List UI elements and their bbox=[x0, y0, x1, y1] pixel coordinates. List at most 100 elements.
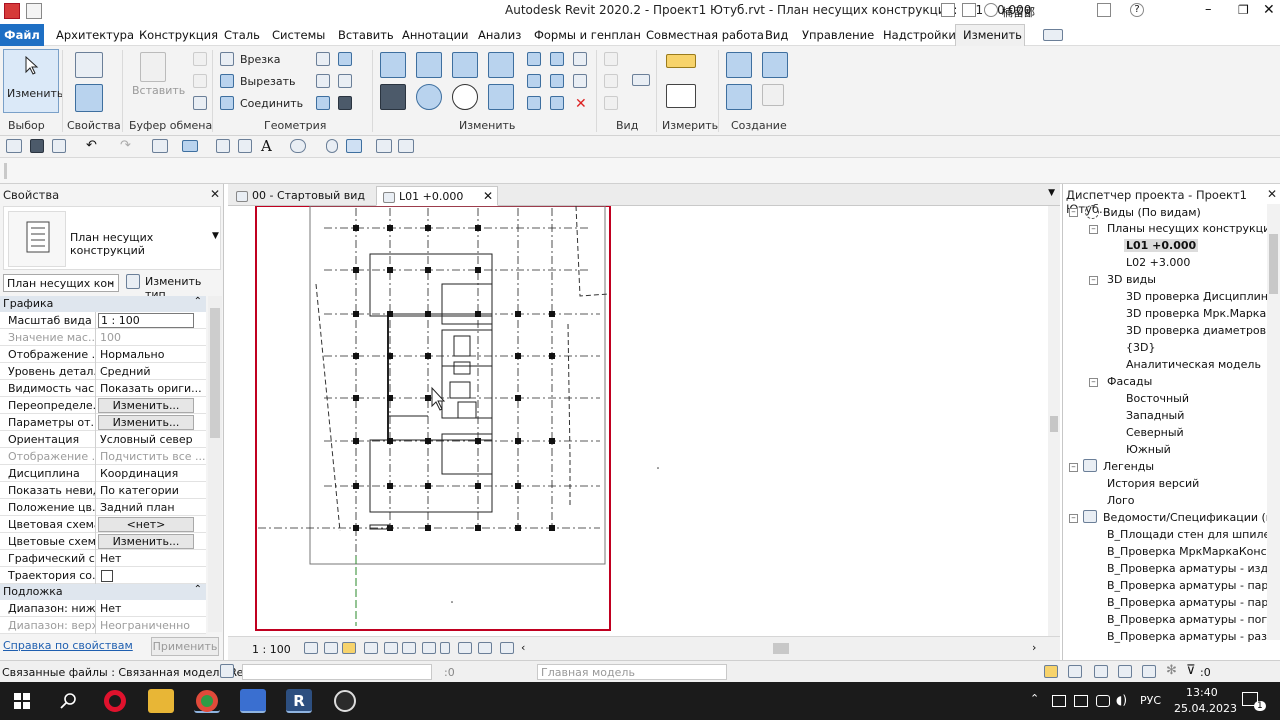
close-button[interactable]: ✕ bbox=[1263, 2, 1275, 18]
unpin-icon[interactable] bbox=[573, 74, 587, 88]
search-icon[interactable] bbox=[60, 692, 78, 710]
prop-row[interactable]: Параметры от... Изменить... bbox=[0, 414, 206, 431]
prop-row[interactable]: Ориентация Условный север bbox=[0, 431, 206, 448]
color-schemes-edit-button[interactable]: Изменить... bbox=[98, 534, 194, 549]
tray-volume-icon[interactable]: ◖) bbox=[1116, 693, 1127, 707]
tree-elevation[interactable]: Южный bbox=[1126, 443, 1171, 456]
prop-row[interactable]: Цветовая схема <нет> bbox=[0, 516, 206, 533]
temp-hide-icon[interactable] bbox=[422, 642, 436, 654]
cut-clip-icon[interactable] bbox=[193, 52, 207, 66]
user-icon[interactable] bbox=[984, 3, 998, 17]
mirror-axis-icon[interactable] bbox=[452, 52, 478, 78]
paste-icon[interactable] bbox=[140, 52, 166, 82]
tray-chevron-icon[interactable]: ⌃ bbox=[1030, 692, 1039, 705]
group-underlay[interactable]: Подложка ⌃ bbox=[0, 584, 206, 600]
scroll-right-icon[interactable]: › bbox=[1032, 641, 1036, 654]
tab-massing-site[interactable]: Формы и генплан bbox=[534, 28, 641, 42]
create-assembly-icon[interactable] bbox=[726, 52, 752, 78]
copy-clip-icon[interactable] bbox=[193, 74, 207, 88]
ribbon-minimize-icon[interactable] bbox=[1043, 29, 1063, 41]
pin-icon[interactable] bbox=[573, 52, 587, 66]
select-pinned-icon[interactable] bbox=[1094, 665, 1108, 678]
scroll-left-icon[interactable]: ‹ bbox=[521, 641, 525, 654]
offset-icon[interactable] bbox=[416, 52, 442, 78]
split-gap-icon[interactable] bbox=[550, 52, 564, 66]
crop-view-icon[interactable] bbox=[384, 642, 398, 654]
tree-toggle[interactable]: – bbox=[1089, 225, 1098, 234]
tab-modify[interactable]: Изменить bbox=[963, 28, 1022, 42]
tray-date[interactable]: 25.04.2023 bbox=[1174, 702, 1237, 715]
close-hidden-icon[interactable] bbox=[376, 139, 392, 153]
analytical-model-icon[interactable] bbox=[458, 642, 472, 654]
trim-icon[interactable] bbox=[527, 96, 541, 110]
tab-start-view[interactable]: 00 - Стартовый вид bbox=[230, 186, 371, 206]
properties-scrollbar[interactable] bbox=[208, 296, 222, 632]
prop-row[interactable]: Показать невид...По категории bbox=[0, 482, 206, 499]
tree-views-root[interactable]: Виды (По видам) bbox=[1103, 206, 1201, 219]
tree-view-l01[interactable]: L01 +0.000 bbox=[1124, 239, 1199, 252]
section-icon[interactable] bbox=[326, 139, 338, 153]
tree-schedule[interactable]: В_Проверка арматуры - парам bbox=[1107, 596, 1280, 609]
join-button[interactable]: Соединить bbox=[240, 97, 303, 110]
tree-3d-view[interactable]: 3D проверка Дисциплин от bbox=[1126, 290, 1280, 303]
tree-schedule[interactable]: В_Проверка арматуры - погон bbox=[1107, 613, 1280, 626]
chrome-icon[interactable] bbox=[194, 689, 220, 713]
properties-icon[interactable] bbox=[75, 84, 103, 112]
dimension-qat-icon[interactable] bbox=[216, 139, 230, 153]
thin-lines-icon[interactable] bbox=[346, 139, 362, 153]
drag-elements-icon[interactable] bbox=[1142, 665, 1156, 678]
worksharing-icon[interactable] bbox=[220, 664, 234, 678]
tree-schedule[interactable]: В_Проверка арматуры - парам bbox=[1107, 579, 1280, 592]
tab-view[interactable]: Вид bbox=[765, 28, 788, 42]
override-icon[interactable] bbox=[604, 74, 618, 88]
path-checkbox[interactable] bbox=[101, 570, 113, 582]
highlight-displacement-icon[interactable] bbox=[478, 642, 492, 654]
user-name[interactable]: 楠留鄙 bbox=[1002, 4, 1035, 20]
tree-toggle[interactable]: – bbox=[1089, 378, 1098, 387]
tree-view-l02[interactable]: L02 +3.000 bbox=[1126, 256, 1190, 269]
text-icon[interactable]: A bbox=[261, 137, 272, 155]
file-explorer-icon[interactable] bbox=[148, 689, 174, 713]
group-graphics[interactable]: Графика ⌃ bbox=[0, 296, 206, 312]
measure-qat-icon[interactable] bbox=[182, 140, 198, 152]
tree-elevations[interactable]: Фасады bbox=[1107, 375, 1152, 388]
trim-extend-icon[interactable] bbox=[488, 84, 514, 110]
view-scale-label[interactable]: 1 : 100 bbox=[252, 643, 291, 656]
array-icon[interactable] bbox=[527, 74, 541, 88]
tree-3d-view[interactable]: {3D} bbox=[1126, 341, 1155, 354]
3d-view-icon[interactable] bbox=[290, 139, 306, 153]
hide-icon[interactable] bbox=[604, 52, 618, 66]
copy-icon[interactable] bbox=[416, 84, 442, 110]
apply-button[interactable]: Применить bbox=[151, 637, 219, 656]
tray-screen-icon[interactable] bbox=[1052, 695, 1066, 707]
panel-select-label[interactable]: Выбор bbox=[8, 119, 45, 132]
tree-toggle[interactable]: – bbox=[1069, 463, 1078, 472]
switch-windows-icon[interactable] bbox=[398, 139, 414, 153]
paste-button[interactable]: Вставить bbox=[132, 84, 185, 97]
file-menu-button[interactable]: Файл bbox=[0, 24, 44, 46]
tray-network-icon[interactable] bbox=[1074, 695, 1088, 707]
prop-row[interactable]: Уровень детал... Средний bbox=[0, 363, 206, 380]
tab-manage[interactable]: Управление bbox=[802, 28, 874, 42]
design-option-select[interactable]: Главная модель bbox=[537, 664, 727, 680]
filter-icon[interactable]: ⊽ bbox=[1186, 663, 1196, 678]
tree-schedule[interactable]: В_Проверка МркМаркаКонстр bbox=[1107, 545, 1280, 558]
tree-legend[interactable]: Лого bbox=[1107, 494, 1135, 507]
infocenter-icon[interactable] bbox=[962, 3, 976, 17]
prop-row[interactable]: Видимость час... Показать ориги... bbox=[0, 380, 206, 397]
prop-row[interactable]: Цветовые схем...Изменить... bbox=[0, 533, 206, 550]
revit-taskbar-icon[interactable]: R bbox=[286, 689, 312, 713]
modify-select-button[interactable]: Изменить bbox=[3, 49, 63, 113]
tree-legend[interactable]: История версий bbox=[1107, 477, 1199, 490]
help-icon[interactable]: ? bbox=[1130, 3, 1144, 17]
cut-geometry-icon[interactable] bbox=[220, 74, 234, 88]
tree-schedule[interactable]: В_Площади стен для шпилек bbox=[1107, 528, 1277, 541]
create-similar-icon[interactable] bbox=[762, 84, 784, 106]
geometry-tool-1-icon[interactable] bbox=[316, 52, 330, 66]
paint-icon[interactable] bbox=[338, 96, 352, 110]
color-scheme-button[interactable]: <нет> bbox=[98, 517, 194, 532]
mirror-draw-icon[interactable] bbox=[488, 52, 514, 78]
tray-cloud-icon[interactable] bbox=[1096, 695, 1110, 707]
geometry-tool-5-icon[interactable] bbox=[316, 96, 330, 110]
measure-distance-icon[interactable] bbox=[666, 54, 696, 68]
